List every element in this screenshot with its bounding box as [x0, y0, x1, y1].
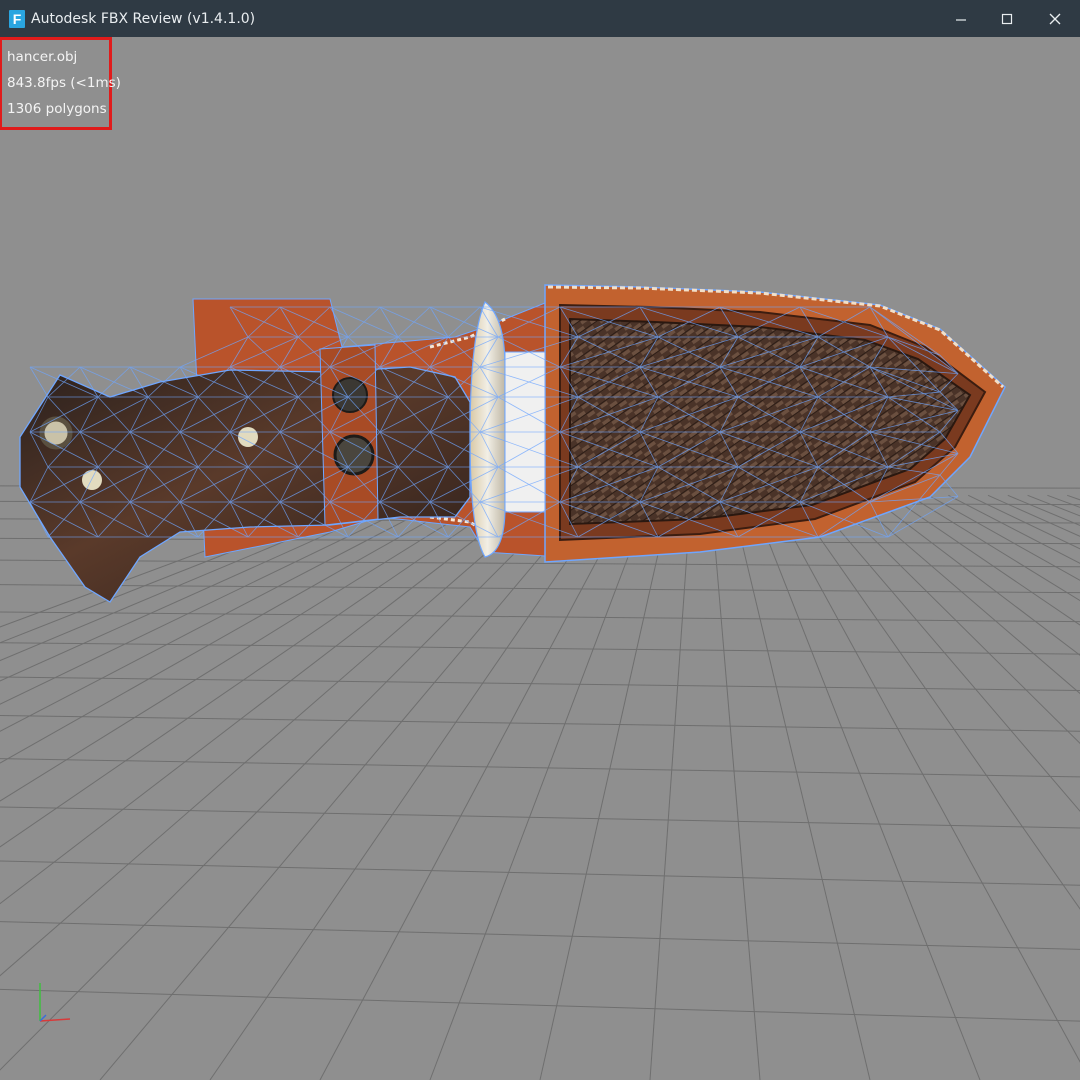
- sheath-strap: [319, 344, 379, 526]
- wire-edge: [29, 366, 49, 398]
- handle-rivet-right: [238, 427, 258, 447]
- axis-gizmo: [39, 983, 71, 1022]
- minimize-button[interactable]: [938, 0, 984, 37]
- polygon-count: 1306 polygons: [7, 101, 107, 117]
- fps-readout: 843.8fps (<1ms): [7, 75, 121, 91]
- close-button[interactable]: [1032, 0, 1078, 37]
- wire-edge: [347, 306, 381, 338]
- viewport-stats-overlay: hancer.obj 843.8fps (<1ms) 1306 polygons: [0, 37, 121, 130]
- title-bar[interactable]: F Autodesk FBX Review (v1.4.1.0): [0, 0, 1080, 37]
- minimize-icon: [956, 18, 966, 21]
- knife-model[interactable]: [0, 37, 1080, 1080]
- file-name: hancer.obj: [7, 49, 78, 65]
- 3d-viewport[interactable]: hancer.obj 843.8fps (<1ms) 1306 polygons: [0, 37, 1080, 1080]
- maximize-button[interactable]: [984, 0, 1030, 37]
- handle-rivet-large: [39, 416, 73, 450]
- wire-edge: [379, 306, 399, 338]
- window-title: Autodesk FBX Review (v1.4.1.0): [31, 10, 256, 27]
- close-icon: [1049, 13, 1061, 24]
- app-icon: F: [9, 9, 25, 28]
- wire-edge: [429, 306, 449, 338]
- handle-rivet-small: [82, 470, 102, 490]
- strap-snap-bottom: [333, 434, 375, 476]
- maximize-icon: [1001, 13, 1013, 24]
- x-axis-icon: [39, 1018, 71, 1022]
- wire-edge: [397, 306, 431, 338]
